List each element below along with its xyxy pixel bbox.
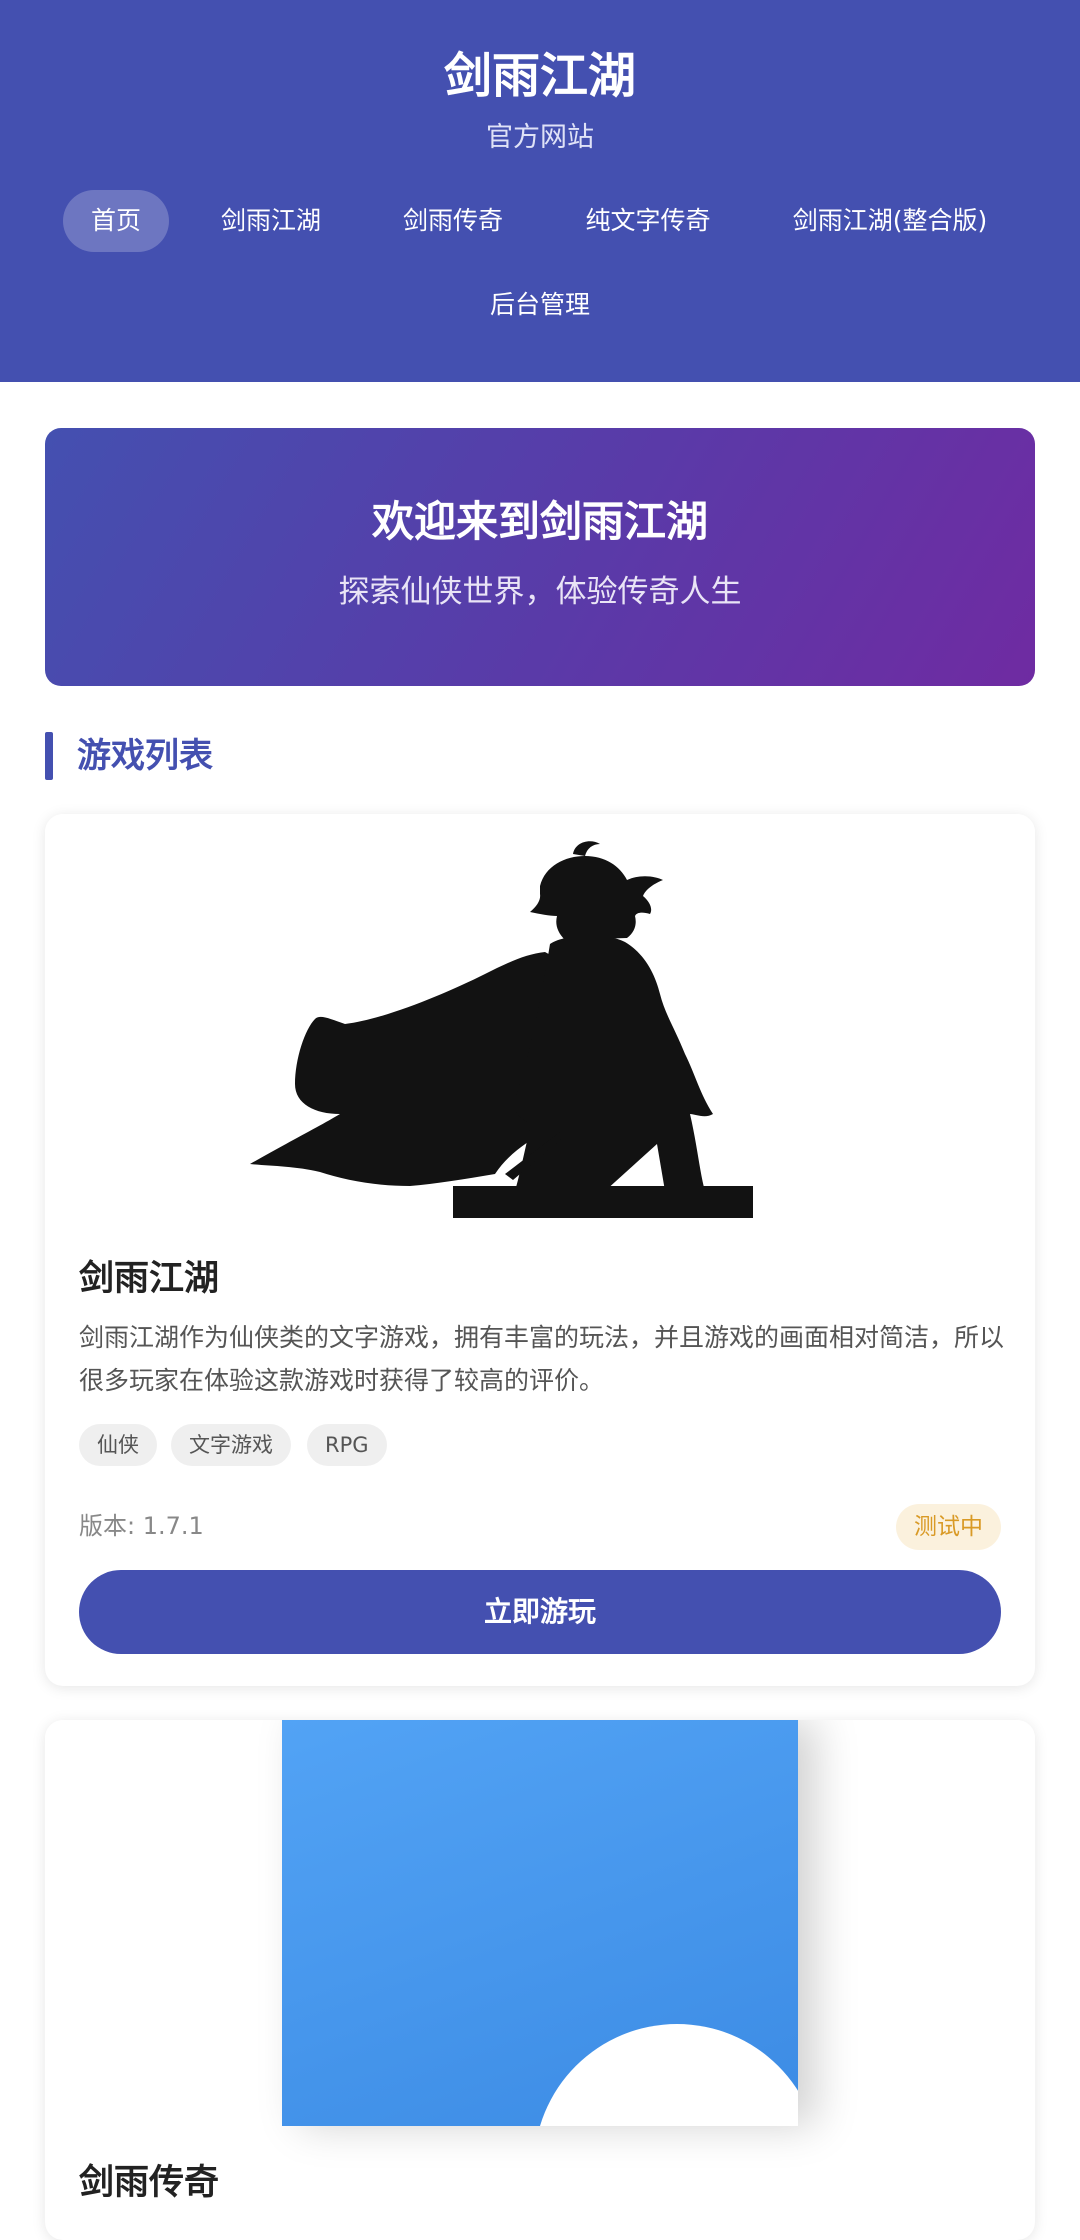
- game-tag: RPG: [307, 1424, 387, 1466]
- site-header: 剑雨江湖 官方网站 首页 剑雨江湖 剑雨传奇 纯文字传奇 剑雨江湖(整合版) 后…: [0, 0, 1080, 382]
- nav-item-jianyu-integrated[interactable]: 剑雨江湖(整合版): [770, 190, 1010, 252]
- game-title: 剑雨传奇: [79, 2163, 220, 2203]
- welcome-banner: 欢迎来到剑雨江湖 探索仙侠世界，体验传奇人生: [45, 428, 1035, 686]
- nav-item-jianyu-jianghu[interactable]: 剑雨江湖: [200, 190, 342, 252]
- game-cover-image: [45, 1720, 1035, 2126]
- nav-item-text-chuanqi[interactable]: 纯文字传奇: [562, 190, 734, 252]
- swordsman-silhouette-image: [250, 841, 753, 1218]
- phone-circle-shape: [534, 2024, 798, 2126]
- game-card: 剑雨江湖 剑雨江湖作为仙侠类的文字游戏，拥有丰富的玩法，并且游戏的画面相对简洁，…: [45, 814, 1035, 1686]
- section-title: 游戏列表: [77, 736, 213, 776]
- game-tag: 仙侠: [79, 1424, 157, 1466]
- nav-item-jianyu-chuanqi[interactable]: 剑雨传奇: [382, 190, 524, 252]
- banner-subtitle: 探索仙侠世界，体验传奇人生: [338, 574, 742, 610]
- banner-title: 欢迎来到剑雨江湖: [371, 497, 708, 546]
- play-now-button[interactable]: 立即游玩: [79, 1570, 1001, 1654]
- game-tag: 文字游戏: [171, 1424, 291, 1466]
- site-title: 剑雨江湖: [443, 48, 636, 104]
- phone-screenshot-image: [282, 1720, 798, 2126]
- game-description: 剑雨江湖作为仙侠类的文字游戏，拥有丰富的玩法，并且游戏的画面相对简洁，所以很多玩…: [79, 1323, 1005, 1395]
- game-cover-image: [45, 814, 1035, 1218]
- status-badge: 测试中: [896, 1504, 1001, 1550]
- nav-item-admin[interactable]: 后台管理: [466, 274, 614, 336]
- nav-item-home[interactable]: 首页: [63, 190, 169, 252]
- game-card: 剑雨传奇: [45, 1720, 1035, 2240]
- game-version: 版本: 1.7.1: [79, 1512, 204, 1540]
- game-title: 剑雨江湖: [79, 1259, 220, 1299]
- section-accent-bar: [45, 732, 53, 780]
- site-subtitle: 官方网站: [486, 122, 594, 153]
